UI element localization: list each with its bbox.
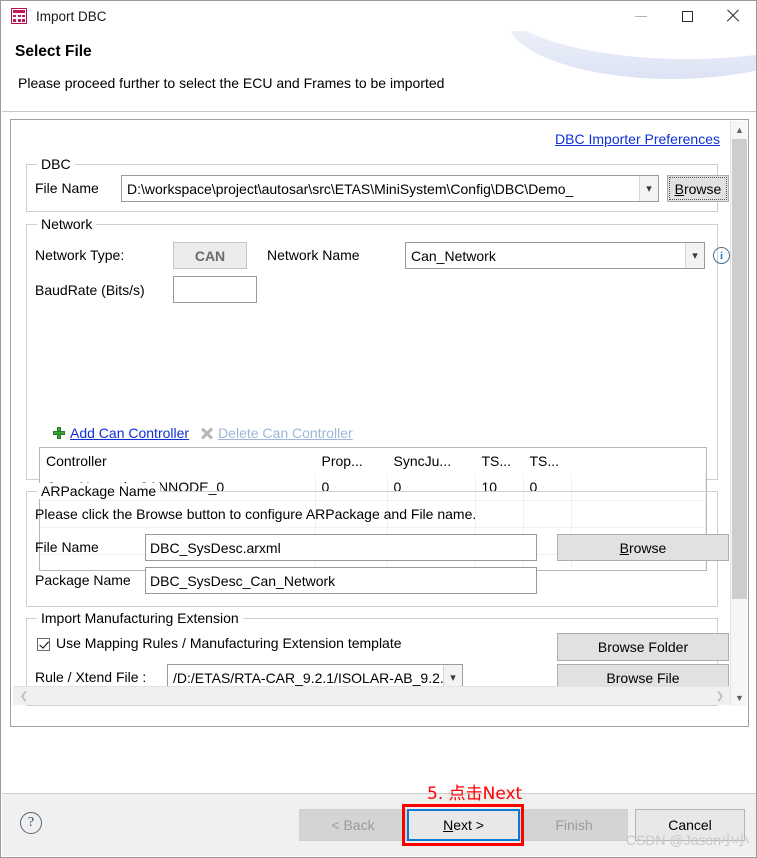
arpackage-group-legend: ARPackage Name: [37, 483, 161, 499]
network-type-value: CAN: [173, 242, 247, 269]
scroll-down-icon[interactable]: ▼: [731, 689, 748, 706]
browse-folder-button[interactable]: Browse Folder: [557, 633, 729, 661]
arpackage-file-name-input[interactable]: DBC_SysDesc.arxml: [145, 534, 537, 561]
scroll-left-icon[interactable]: ❮: [15, 687, 33, 705]
use-mapping-rules-checkbox[interactable]: [37, 638, 50, 651]
horizontal-scrollbar[interactable]: ❮ ❯: [13, 686, 730, 705]
rule-xtend-file-value: /D:/ETAS/RTA-CAR_9.2.1/ISOLAR-AB_9.2.1/p…: [173, 669, 443, 686]
arpackage-package-name-input[interactable]: DBC_SysDesc_Can_Network: [145, 567, 537, 594]
column-syncjump: SyncJu...: [387, 448, 476, 474]
baudrate-input[interactable]: [173, 276, 257, 303]
network-group: Network Network Type: CAN Network Name C…: [26, 216, 730, 571]
dbc-browse-button[interactable]: Browse: [667, 175, 729, 202]
dbc-file-name-label: File Name: [35, 180, 99, 196]
info-icon[interactable]: i: [713, 247, 730, 264]
wizard-footer: ? < Back Next > Finish Cancel CSDN @Jaso…: [2, 793, 756, 856]
dbc-file-name-value: D:\workspace\project\autosar\src\ETAS\Mi…: [127, 180, 574, 197]
scroll-up-icon[interactable]: ▲: [731, 121, 748, 138]
dbc-file-name-combo[interactable]: D:\workspace\project\autosar\src\ETAS\Mi…: [121, 175, 659, 202]
settings-scroll-content: DBC Importer Preferences DBC File Name D…: [12, 121, 730, 706]
column-ts2: TS...: [523, 448, 572, 474]
chevron-down-icon[interactable]: ▾: [639, 176, 658, 201]
close-icon[interactable]: [710, 1, 756, 31]
finish-button: Finish: [520, 809, 628, 841]
arpackage-file-name-label: File Name: [35, 539, 99, 555]
page-title: Select File: [15, 43, 92, 60]
scroll-right-icon[interactable]: ❯: [711, 687, 729, 705]
maximize-icon[interactable]: [664, 1, 710, 31]
manufacturing-group-legend: Import Manufacturing Extension: [37, 610, 243, 626]
column-prop: Prop...: [315, 448, 388, 474]
watermark: CSDN @Jason小小: [625, 832, 749, 848]
import-dbc-window: Import DBC Select File Please proceed fu…: [0, 0, 757, 858]
use-mapping-rules-label: Use Mapping Rules / Manufacturing Extens…: [56, 635, 402, 651]
next-button[interactable]: Next >: [407, 809, 520, 841]
chevron-down-icon[interactable]: ▾: [685, 243, 704, 268]
title-bar: Import DBC: [1, 1, 756, 31]
arpackage-group: ARPackage Name Please click the Browse b…: [26, 483, 729, 607]
minimize-icon[interactable]: [618, 1, 664, 31]
dbc-grid-icon: [11, 8, 27, 24]
back-button: < Back: [299, 809, 407, 841]
dbc-browse-label-rest: rowse: [683, 180, 722, 197]
vertical-scrollbar[interactable]: ▲ ▼: [730, 121, 747, 706]
dbc-group-legend: DBC: [37, 156, 75, 172]
annotation-label: 5. 点击Next: [427, 784, 523, 804]
window-title: Import DBC: [36, 8, 107, 24]
dbc-importer-preferences-link[interactable]: DBC Importer Preferences: [555, 131, 720, 147]
rule-xtend-file-label: Rule / Xtend File :: [35, 669, 147, 685]
network-name-combo[interactable]: Can_Network ▾: [405, 242, 705, 269]
network-group-legend: Network: [37, 216, 97, 232]
delete-x-icon: [201, 427, 213, 439]
dbc-group: DBC File Name D:\workspace\project\autos…: [26, 156, 729, 212]
window-controls: [618, 1, 756, 31]
table-header-row: Controller Prop... SyncJu... TS... TS...: [40, 448, 706, 474]
vertical-scroll-thumb[interactable]: [732, 139, 747, 599]
network-name-label: Network Name: [267, 247, 360, 263]
controller-actions: Add Can Controller Delete Can Controller: [53, 425, 353, 441]
network-type-label: Network Type:: [35, 247, 125, 263]
arpackage-browse-button[interactable]: Browse: [557, 534, 729, 561]
delete-can-controller-link: Delete Can Controller: [218, 425, 353, 441]
wizard-header: Select File Please proceed further to se…: [2, 31, 756, 112]
add-can-controller-link[interactable]: Add Can Controller: [70, 425, 189, 441]
network-name-value: Can_Network: [411, 247, 496, 264]
help-icon[interactable]: ?: [20, 812, 42, 834]
column-ts1: TS...: [475, 448, 524, 474]
plus-icon: [53, 427, 65, 439]
settings-panel: DBC Importer Preferences DBC File Name D…: [10, 119, 749, 727]
column-controller: Controller: [40, 448, 316, 474]
arpackage-hint: Please click the Browse button to config…: [35, 506, 477, 522]
page-subtitle: Please proceed further to select the ECU…: [18, 75, 445, 91]
dbc-browse-mnemonic: B: [674, 180, 684, 197]
arpackage-package-name-label: Package Name: [35, 572, 131, 588]
column-spacer: [571, 448, 706, 474]
baudrate-label: BaudRate (Bits/s): [35, 282, 145, 298]
